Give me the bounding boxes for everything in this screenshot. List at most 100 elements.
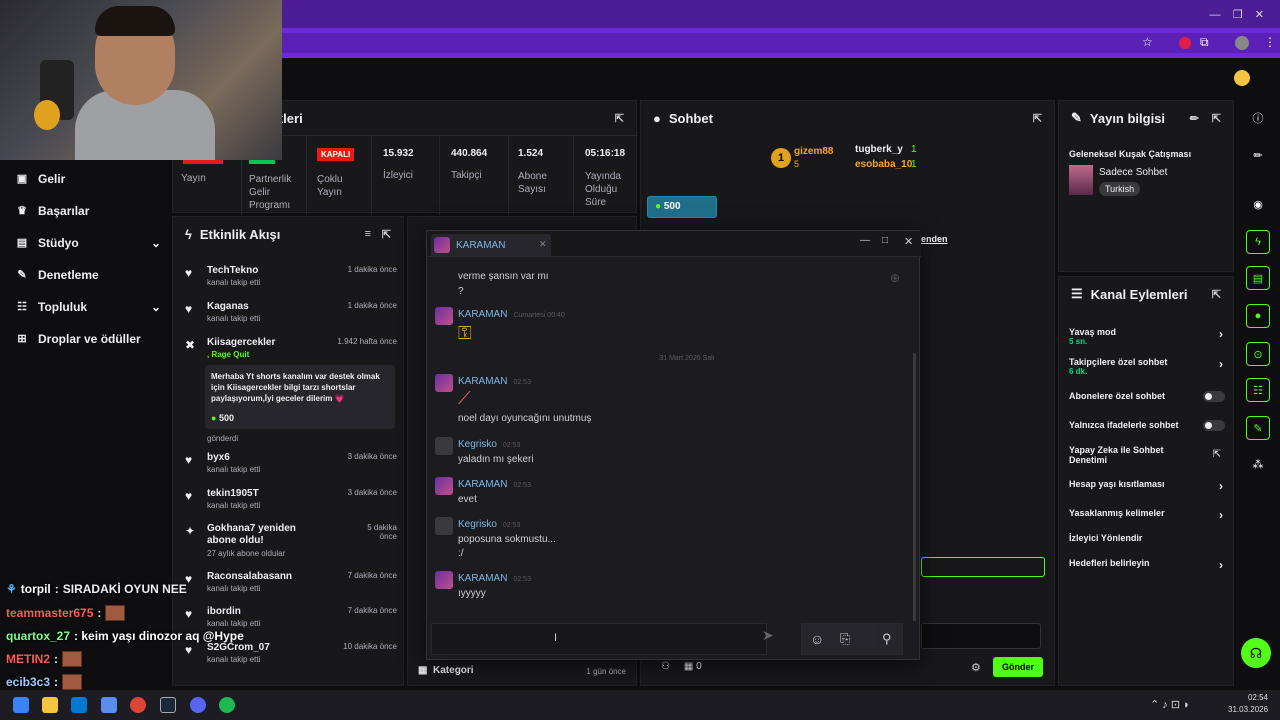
sender-name: Kegrisko (458, 439, 497, 450)
feed-item[interactable]: ✦ Gokhana7 yeniden abone oldu! 27 aylık ab… (185, 523, 397, 563)
puzzle-icon[interactable]: ⧉ (1200, 35, 1209, 50)
apps-icon[interactable]: ⁂ (1246, 452, 1270, 476)
top-gifter-name[interactable]: tugberk_y (855, 144, 903, 155)
popout-icon[interactable]: ⇱ (615, 112, 624, 125)
message-text: poposuna sokmustu... (458, 534, 556, 545)
panel-title: Sohbet (668, 110, 713, 126)
outlook-icon[interactable] (71, 697, 87, 713)
chevron-right-icon: › (1219, 479, 1223, 493)
document-icon[interactable]: ▤ (1246, 266, 1270, 290)
close-icon[interactable]: ✕ (904, 235, 913, 248)
category-thumbnail[interactable] (1069, 165, 1093, 195)
scrollbar[interactable] (913, 353, 916, 621)
action-goals[interactable]: Hedefleri belirleyin › (1069, 558, 1227, 572)
send-icon[interactable]: ➤ (762, 627, 774, 644)
chat-input[interactable] (921, 623, 1041, 649)
tray-icons[interactable]: ⌃ ♪ ⊡ ◗ (1150, 698, 1190, 711)
discord-icon[interactable] (190, 697, 206, 713)
broadcast-icon[interactable]: ⊙ (1246, 342, 1270, 366)
address-bar[interactable]: ☆ ⧉ ⋮ (282, 33, 1280, 53)
action-subs-only[interactable]: Abonelere özel sohbet (1069, 391, 1227, 402)
camera-icon[interactable]: ◉ (1246, 192, 1270, 216)
star-icon[interactable]: ☆ (1142, 35, 1153, 49)
feed-item[interactable]: ♥ TechTekno kanalı takip etti 1 dakika önce (185, 265, 397, 295)
nav-item-gelir[interactable]: ▣ Gelir (16, 172, 66, 186)
action-account-age[interactable]: Hesap yaşı kısıtlaması › (1069, 479, 1227, 493)
feed-item[interactable]: ♥ byx6 kanalı takip etti 3 dakika önce (185, 452, 397, 482)
add-user-icon[interactable]: ⊕ (890, 271, 900, 285)
wrench-icon[interactable]: ✎ (1246, 416, 1270, 440)
dm-input[interactable]: I (431, 623, 767, 655)
action-raid[interactable]: İzleyici Yönlendir (1069, 533, 1227, 543)
edge-icon[interactable] (101, 697, 117, 713)
microphone-icon[interactable]: ⚲ (882, 631, 892, 647)
minimize-icon[interactable]: — (860, 235, 870, 246)
extension-icon[interactable] (1179, 37, 1191, 49)
heart-icon: ♥ (185, 266, 193, 280)
kategori-row[interactable]: ▦ Kategori (418, 665, 474, 676)
menu-icon[interactable]: ⋮ (1264, 35, 1276, 49)
send-button[interactable]: Gönder (993, 657, 1043, 677)
spotify-icon[interactable] (219, 697, 235, 713)
stream-category[interactable]: Sadece Sohbet (1099, 167, 1167, 178)
nav-item-droplar[interactable]: ⊞ Droplar ve ödüller (16, 332, 141, 346)
file-explorer-icon[interactable] (42, 697, 58, 713)
clock-date[interactable]: 31.03.2026 (1228, 705, 1268, 714)
stream-chat-overlay: ⚘ torpil: SIRADAKİ OYUN NEE teammaster675… (0, 578, 300, 690)
user-avatar[interactable] (1234, 70, 1250, 86)
action-ai-moderation[interactable]: Yapay Zeka ile Sohbet Denetimi (1069, 445, 1189, 465)
attach-icon[interactable]: ⎘ (840, 631, 850, 647)
steam-icon[interactable] (160, 697, 176, 713)
nav-item-denetleme[interactable]: ✎ Denetleme (16, 268, 98, 282)
chat-icon[interactable]: ● (1246, 304, 1270, 328)
nav-label: Stüdyo (38, 236, 79, 250)
action-emotes-only[interactable]: Yalnızca ifadelerle sohbet (1069, 420, 1227, 431)
subs-only-toggle[interactable] (1203, 391, 1225, 402)
action-slow-mode[interactable]: Yavaş mod 5 sn. › (1069, 327, 1227, 346)
pinned-bits-card[interactable]: ● 500 (647, 196, 717, 218)
users-icon[interactable]: ☷ (1246, 378, 1270, 402)
close-icon[interactable]: ✕ (539, 239, 547, 250)
bolt-icon[interactable]: ϟ (1246, 230, 1270, 254)
top-gifter-name[interactable]: esobaba_10 (855, 159, 912, 170)
action-sub: 5 sn. (1069, 337, 1088, 346)
emoji-icon[interactable]: ☺ (810, 631, 824, 647)
support-icon[interactable]: ☊ (1241, 638, 1271, 668)
feed-name: Kaganas (207, 301, 249, 312)
emotes-only-toggle[interactable] (1203, 420, 1225, 431)
pencil-icon[interactable]: ✏ (1246, 143, 1270, 167)
action-banned-words[interactable]: Yasaklanmış kelimeler › (1069, 508, 1227, 522)
nav-label: Droplar ve ödüller (38, 332, 141, 346)
pencil-icon[interactable]: ✏ (1190, 112, 1199, 125)
windows-start-icon[interactable] (13, 697, 29, 713)
message: KARAMAN 02:53 ⟋ noel dayı oyuncağını unutmu… (435, 374, 905, 430)
nav-label: Başarılar (38, 204, 90, 218)
nav-item-studyo[interactable]: ▤ Stüdyo ⌄ (16, 236, 161, 250)
window-controls[interactable]: — ❐ ✕ (1209, 8, 1264, 21)
chrome-icon[interactable] (130, 697, 146, 713)
overlay-text: SIRADAKİ OYUN NEE (62, 582, 187, 596)
popout-icon[interactable]: ⇱ (382, 228, 391, 241)
info-icon[interactable]: ⓘ (1246, 106, 1270, 130)
filter-icon[interactable]: ≡ (365, 228, 371, 240)
nav-item-topluluk[interactable]: ☷ Topluluk ⌄ (16, 300, 161, 314)
panel-title: Kanal Eylemleri (1090, 286, 1188, 302)
clock-time[interactable]: 02:54 (1234, 693, 1268, 702)
popout-icon[interactable]: ⇱ (1033, 112, 1042, 125)
feed-item[interactable]: ♥ tekin1905T kanalı takip etti 3 dakika önc… (185, 488, 397, 518)
action-followers-only[interactable]: Takipçilere özel sohbet 6 dk. › (1069, 357, 1227, 376)
feed-item-donation[interactable]: ✖ Kiisagercekler , Rage Quit 1.942 hafta… (185, 337, 397, 447)
top-gifter-name[interactable]: gizem88 (794, 146, 833, 157)
feed-sub: 27 aylık abone oldular (207, 549, 286, 558)
gear-icon[interactable]: ⚙ (971, 661, 981, 674)
feed-item[interactable]: ♥ Kaganas kanalı takip etti 1 dakika önce (185, 301, 397, 331)
popout-icon[interactable]: ⇱ (1212, 112, 1221, 125)
profile-avatar[interactable] (1235, 36, 1249, 50)
dm-tab[interactable]: KARAMAN ✕ (431, 234, 551, 256)
pinned-link[interactable]: enden (921, 234, 948, 244)
nav-item-basarilar[interactable]: ♛ Başarılar (16, 204, 89, 218)
dm-messages: verme şansın var mı? ⊕ KARAMAN Cumartesi … (427, 257, 921, 621)
popout-icon[interactable]: ⇱ (1212, 288, 1221, 301)
external-link-icon[interactable]: ⇱ (1213, 449, 1221, 460)
maximize-icon[interactable]: □ (882, 235, 888, 246)
